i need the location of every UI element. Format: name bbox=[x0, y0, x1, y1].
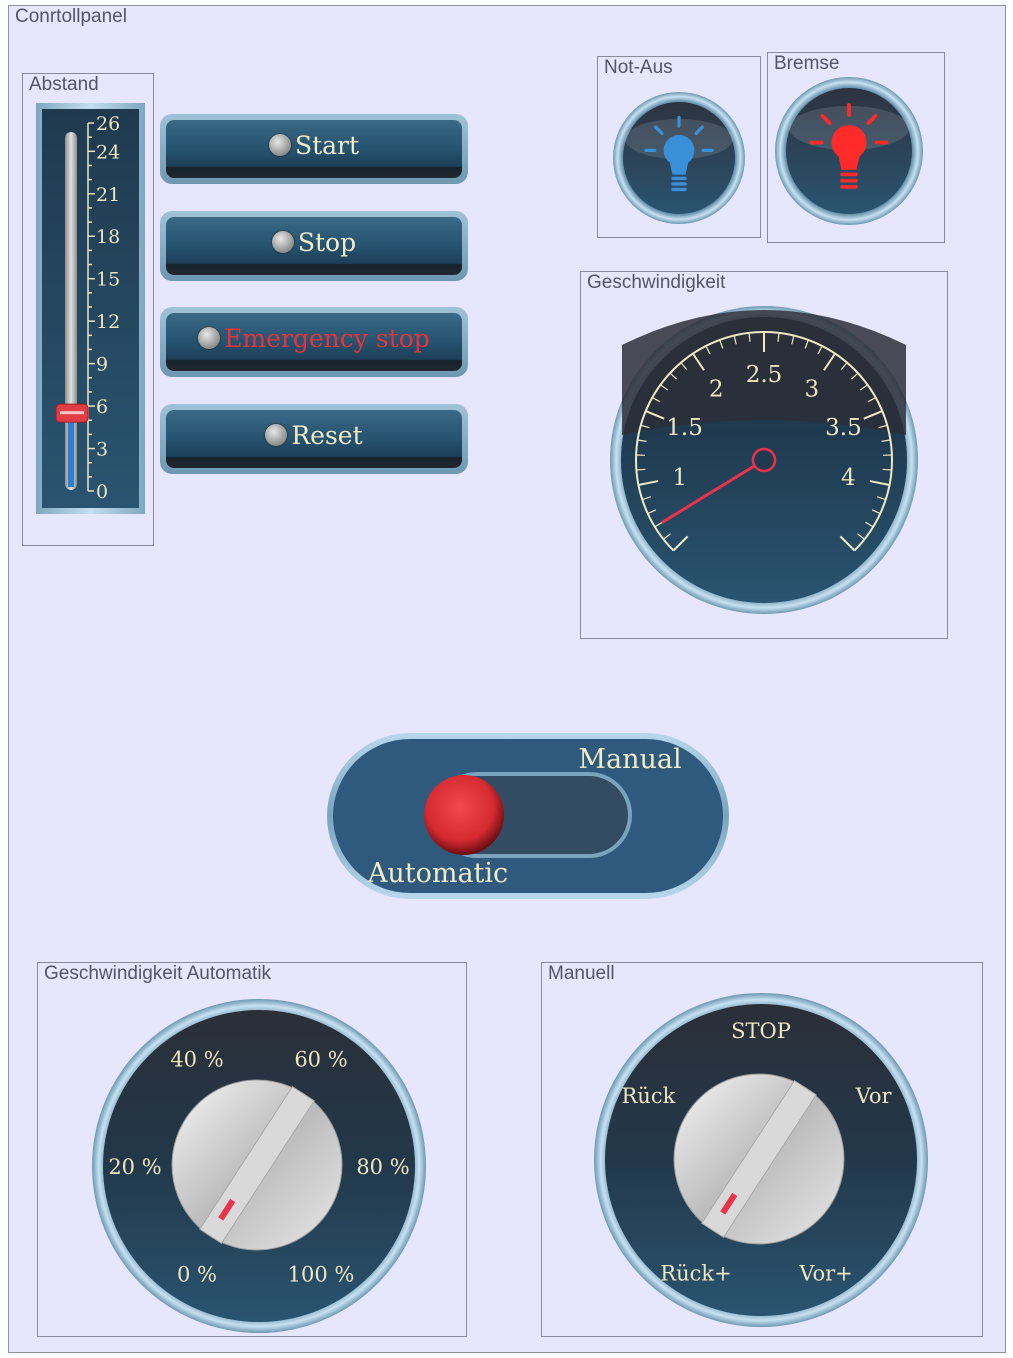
reset-led-icon bbox=[265, 424, 288, 446]
speed-panel-title: Geschwindigkeit bbox=[587, 272, 726, 293]
gauge-tick-label: 1.5 bbox=[666, 415, 703, 441]
gauge-tick-label: 2.5 bbox=[746, 362, 783, 388]
toggle-knob[interactable] bbox=[424, 775, 504, 855]
emergency-stop-button[interactable]: Emergency stop bbox=[160, 307, 468, 377]
gauge-tick-label: 3 bbox=[804, 376, 819, 402]
slider-tick-label: 21 bbox=[96, 184, 120, 206]
knob-position-label: 40 % bbox=[170, 1048, 223, 1072]
bremse-title: Bremse bbox=[774, 53, 840, 74]
knob-position-label: 60 % bbox=[294, 1048, 347, 1072]
manual-knob[interactable]: Rück+ Rück STOP Vor Vor+ bbox=[586, 992, 936, 1328]
knob-position-label: STOP bbox=[731, 1019, 791, 1043]
stop-led-icon bbox=[271, 231, 294, 253]
gauge-tick-label: 4 bbox=[841, 465, 856, 491]
start-button[interactable]: Start bbox=[160, 114, 468, 184]
gauge-tick-label: 1 bbox=[672, 465, 687, 491]
reset-button[interactable]: Reset bbox=[160, 404, 468, 474]
slider-tick-label: 18 bbox=[96, 226, 120, 248]
start-button-label: Start bbox=[294, 130, 360, 160]
knob-position-label: 0 % bbox=[177, 1262, 217, 1286]
control-panel-title: Conrtollpanel bbox=[15, 6, 127, 27]
knob-position-label: 100 % bbox=[288, 1262, 355, 1286]
bremse-lamp bbox=[775, 77, 923, 225]
emergency-stop-led-icon bbox=[198, 327, 221, 349]
mode-manual-label: Manual bbox=[578, 744, 681, 775]
slider-tick-label: 6 bbox=[96, 396, 108, 418]
start-led-icon bbox=[268, 134, 291, 156]
stop-button[interactable]: Stop bbox=[160, 211, 468, 281]
emergency-stop-button-label: Emergency stop bbox=[224, 323, 430, 353]
gauge-tick-label: 2 bbox=[709, 376, 724, 402]
slider-tick-label: 26 bbox=[96, 113, 120, 135]
knob-position-label: Vor bbox=[855, 1084, 893, 1108]
slider-tick-label: 24 bbox=[96, 141, 120, 163]
slider-tick-label: 3 bbox=[96, 439, 108, 461]
gauge-hub bbox=[751, 447, 777, 473]
stop-button-label: Stop bbox=[297, 227, 357, 257]
slider-tick-label: 15 bbox=[96, 269, 120, 291]
knob-position-label: Vor+ bbox=[798, 1262, 853, 1286]
speed-gauge: 1 1.52 2.5 33.5 4 bbox=[610, 306, 918, 614]
mode-automatic-label: Automatic bbox=[367, 858, 508, 889]
manual-knob-dial[interactable] bbox=[673, 1073, 845, 1245]
gauge-tick-label: 3.5 bbox=[825, 415, 862, 441]
reset-button-label: Reset bbox=[291, 420, 363, 450]
distance-slider[interactable]: 26 24 21 18 15 12 9 6 3 0 bbox=[36, 103, 145, 514]
slider-tick-label: 9 bbox=[96, 354, 108, 376]
knob-position-label: 20 % bbox=[108, 1155, 161, 1179]
auto-speed-knob[interactable]: 0 % 20 % 40 % 60 % 80 % 100 % bbox=[84, 998, 434, 1334]
slider-handle[interactable] bbox=[55, 403, 89, 423]
manual-title: Manuell bbox=[548, 963, 615, 984]
not-aus-title: Not-Aus bbox=[604, 57, 673, 78]
auto-speed-knob-dial[interactable] bbox=[171, 1079, 343, 1251]
knob-position-label: Rück bbox=[622, 1084, 676, 1108]
not-aus-lamp bbox=[613, 92, 745, 224]
knob-position-label: Rück+ bbox=[660, 1262, 731, 1286]
slider-tick-label: 12 bbox=[96, 311, 120, 333]
auto-speed-title: Geschwindigkeit Automatik bbox=[44, 963, 272, 984]
knob-position-label: 80 % bbox=[356, 1155, 409, 1179]
distance-panel-title: Abstand bbox=[29, 74, 99, 95]
slider-tick-label: 0 bbox=[96, 481, 108, 503]
mode-toggle[interactable]: Manual Automatic bbox=[326, 732, 730, 900]
